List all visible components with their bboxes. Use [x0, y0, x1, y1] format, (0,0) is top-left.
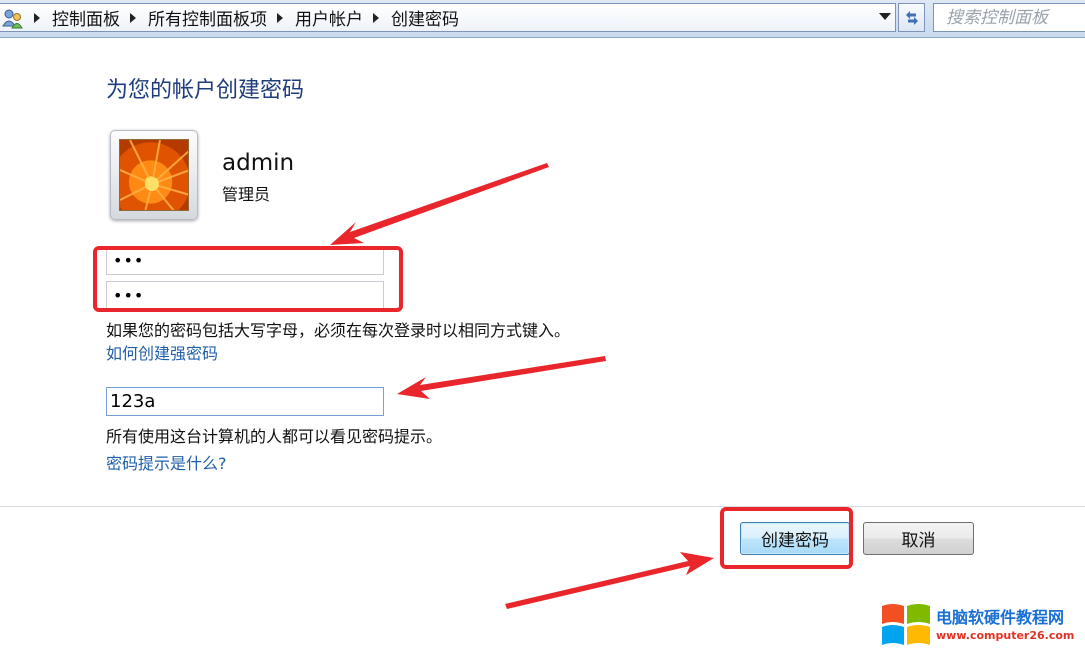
what-is-hint-link[interactable]: 密码提示是什么? — [106, 450, 227, 474]
confirm-password-field[interactable] — [106, 281, 384, 310]
windows-logo-icon — [882, 604, 930, 645]
cancel-button[interactable]: 取消 — [863, 522, 974, 555]
breadcrumb-all-items[interactable]: 所有控制面板项 — [148, 5, 267, 30]
search-box[interactable] — [933, 3, 1085, 32]
arrow-icon — [505, 552, 714, 609]
divider — [0, 506, 1085, 507]
breadcrumb-user-accounts[interactable]: 用户帐户 — [295, 5, 363, 30]
password-hint-field[interactable] — [106, 387, 384, 416]
case-sensitivity-note: 如果您的密码包括大写字母，必须在每次登录时以相同方式键入。 — [106, 321, 571, 340]
strong-password-link[interactable]: 如何创建强密码 — [106, 340, 218, 364]
breadcrumb-separator-icon[interactable] — [277, 12, 283, 23]
breadcrumb-separator-icon[interactable] — [130, 12, 136, 23]
breadcrumb-separator-icon[interactable] — [373, 12, 379, 23]
breadcrumb-create-password[interactable]: 创建密码 — [391, 5, 459, 30]
refresh-button[interactable] — [898, 3, 925, 32]
watermark: 电脑软硬件教程网 www.computer26.com — [878, 600, 1078, 652]
refresh-icon — [905, 10, 918, 25]
create-password-window: 控制面板 所有控制面板项 用户帐户 创建密码 为您的帐户创建密码 — [0, 0, 1085, 656]
create-password-button[interactable]: 创建密码 — [740, 522, 850, 555]
watermark-title: 电脑软硬件教程网 — [936, 608, 1065, 627]
address-bar: 控制面板 所有控制面板项 用户帐户 创建密码 — [0, 0, 1085, 38]
new-password-field[interactable] — [106, 246, 384, 275]
chevron-down-icon[interactable] — [879, 13, 891, 20]
breadcrumb[interactable]: 控制面板 所有控制面板项 用户帐户 创建密码 — [0, 3, 896, 32]
page-title: 为您的帐户创建密码 — [106, 78, 305, 103]
arrow-icon — [397, 356, 606, 399]
user-name: admin — [222, 150, 295, 176]
watermark-url: www.computer26.com — [936, 629, 1075, 642]
arrow-icon — [330, 163, 549, 245]
search-input[interactable] — [946, 7, 1085, 28]
breadcrumb-separator-icon[interactable] — [34, 12, 40, 23]
user-role: 管理员 — [222, 185, 271, 204]
hint-visibility-note: 所有使用这台计算机的人都可以看见密码提示。 — [106, 427, 443, 446]
user-accounts-icon — [2, 7, 24, 29]
flower-picture-icon — [119, 139, 189, 211]
avatar — [110, 130, 198, 220]
breadcrumb-control-panel[interactable]: 控制面板 — [52, 5, 120, 30]
